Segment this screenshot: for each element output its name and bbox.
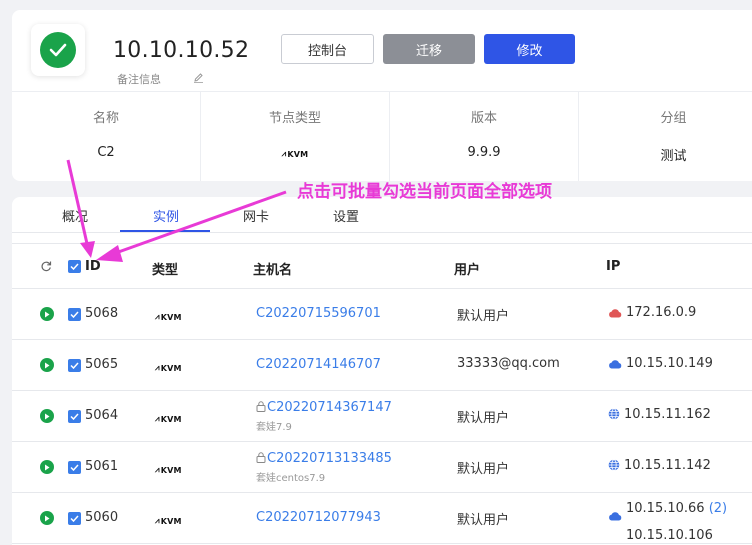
lock-icon [256, 452, 266, 467]
info-cell-name: 名称 C2 [12, 92, 201, 181]
hostname-note: 套娃7.9 [256, 422, 292, 433]
kvm-logo: ⩘ KVM [155, 516, 182, 526]
instance-user: 默认用户 [457, 513, 510, 528]
hostname-link[interactable]: C20220713133485 [256, 451, 392, 466]
globe-icon [608, 408, 620, 424]
kvm-logo: ⩘ KVM [155, 465, 182, 475]
info-label: 节点类型 [268, 111, 321, 126]
host-summary-card: 10.10.10.52 备注信息 控制台 迁移 修改 名称 C2 节点类型 ⩘ K… [12, 10, 752, 181]
hostname-link[interactable]: C20220712077943 [256, 510, 381, 525]
remark-label: 备注信息 [117, 73, 161, 86]
cloud-icon [608, 509, 622, 527]
tab-settings[interactable]: 设置 [333, 206, 359, 225]
table-row[interactable]: 5064 ⩘ KVM C20220714367147 套娃7.9 默认用户 10.… [12, 391, 752, 442]
select-all-checkbox[interactable] [68, 260, 81, 273]
table-header: ID 类型 主机名 用户 IP [12, 243, 752, 289]
cloud-icon [608, 358, 622, 373]
check-circle-icon [40, 32, 76, 68]
table-row[interactable]: 5061 ⩘ KVM C20220713133485 套娃centos7.9 默认… [12, 442, 752, 493]
hostname-link[interactable]: C20220714367147 [256, 400, 392, 415]
info-cell-version: 版本 9.9.9 [390, 92, 579, 181]
info-value: C2 [97, 145, 115, 160]
tab-instances[interactable]: 实例 [153, 206, 179, 225]
tab-bar: 概况 实例 网卡 设置 [12, 197, 752, 233]
row-checkbox[interactable] [68, 359, 81, 372]
migrate-button[interactable]: 迁移 [383, 34, 475, 64]
edit-pencil-icon[interactable] [193, 72, 204, 86]
hostname-note: 套娃centos7.9 [256, 473, 326, 484]
instance-ip: 10.15.10.66 (2) 10.15.10.106 [608, 500, 727, 545]
hostname-link[interactable]: C20220714146707 [256, 357, 381, 372]
edit-button[interactable]: 修改 [484, 34, 575, 64]
remark-row: 备注信息 [117, 71, 204, 87]
running-status-icon [40, 460, 54, 474]
cloud-icon [608, 307, 622, 322]
col-header-user: 用户 [454, 263, 481, 278]
info-label: 分组 [660, 111, 687, 126]
table-row[interactable]: 5065 ⩘ KVM C20220714146707 33333@qq.com 1… [12, 340, 752, 391]
running-status-icon [40, 409, 54, 423]
host-ip-title: 10.10.10.52 [113, 38, 250, 63]
info-cell-node-type: 节点类型 ⩘ KVM [201, 92, 390, 181]
col-header-hostname: 主机名 [253, 263, 293, 278]
instance-user: 默认用户 [457, 309, 510, 324]
col-header-id[interactable]: ID [85, 259, 101, 274]
info-grid: 名称 C2 节点类型 ⩘ KVM 版本 9.9.9 分组 测试 [12, 91, 752, 181]
running-status-icon [40, 358, 54, 372]
tab-nics[interactable]: 网卡 [243, 206, 269, 225]
instances-card: 概况 实例 网卡 设置 ID 类型 主机名 用户 IP 5068 ⩘ KVM C2… [12, 197, 752, 545]
col-header-type: 类型 [152, 263, 179, 278]
console-button[interactable]: 控制台 [281, 34, 374, 64]
instance-ip-secondary: 10.15.10.106 [626, 528, 713, 543]
info-label: 名称 [92, 111, 119, 126]
kvm-logo: ⩘ KVM [155, 312, 182, 322]
instance-ip: 10.15.10.149 [608, 356, 713, 373]
instance-id: 5061 [85, 459, 119, 474]
kvm-logo: ⩘ KVM [155, 363, 182, 373]
col-header-ip: IP [606, 259, 621, 274]
instance-id: 5060 [85, 510, 119, 525]
instance-id: 5068 [85, 306, 119, 321]
kvm-logo: ⩘ KVM [281, 149, 309, 159]
hostname-cell: C20220714367147 套娃7.9 [256, 400, 392, 433]
running-status-icon [40, 307, 54, 321]
instance-ip: 10.15.11.162 [608, 407, 711, 424]
instance-id: 5064 [85, 408, 119, 423]
hostname-cell: C20220713133485 套娃centos7.9 [256, 451, 392, 484]
ip-count-badge[interactable]: (2) [709, 501, 727, 516]
globe-icon [608, 459, 620, 475]
table-row[interactable]: 5068 ⩘ KVM C20220715596701 默认用户 172.16.0.… [12, 289, 752, 340]
running-status-icon [40, 511, 54, 525]
lock-icon [256, 401, 266, 416]
info-value: ⩘ KVM [201, 145, 389, 160]
info-cell-group: 分组 测试 [579, 92, 752, 181]
instance-ip: 172.16.0.9 [608, 305, 696, 322]
instance-user: 默认用户 [457, 462, 510, 477]
instance-user: 33333@qq.com [457, 356, 560, 371]
row-checkbox[interactable] [68, 308, 81, 321]
tab-overview[interactable]: 概况 [62, 206, 88, 225]
refresh-icon[interactable] [40, 260, 52, 276]
active-tab-indicator [120, 230, 210, 232]
status-indicator [31, 24, 85, 76]
kvm-logo: ⩘ KVM [155, 414, 182, 424]
table-row[interactable]: 5060 ⩘ KVM C20220712077943 默认用户 10.15.10.… [12, 493, 752, 544]
annotation-text: 点击可批量勾选当前页面全部选项 [297, 182, 552, 202]
info-value: 测试 [660, 149, 687, 164]
info-label: 版本 [470, 111, 497, 126]
instance-ip: 10.15.11.142 [608, 458, 711, 475]
info-value: 9.9.9 [467, 145, 501, 160]
row-checkbox[interactable] [68, 410, 81, 423]
row-checkbox[interactable] [68, 461, 81, 474]
hostname-link[interactable]: C20220715596701 [256, 306, 381, 321]
row-checkbox[interactable] [68, 512, 81, 525]
instance-user: 默认用户 [457, 411, 510, 426]
instance-id: 5065 [85, 357, 119, 372]
